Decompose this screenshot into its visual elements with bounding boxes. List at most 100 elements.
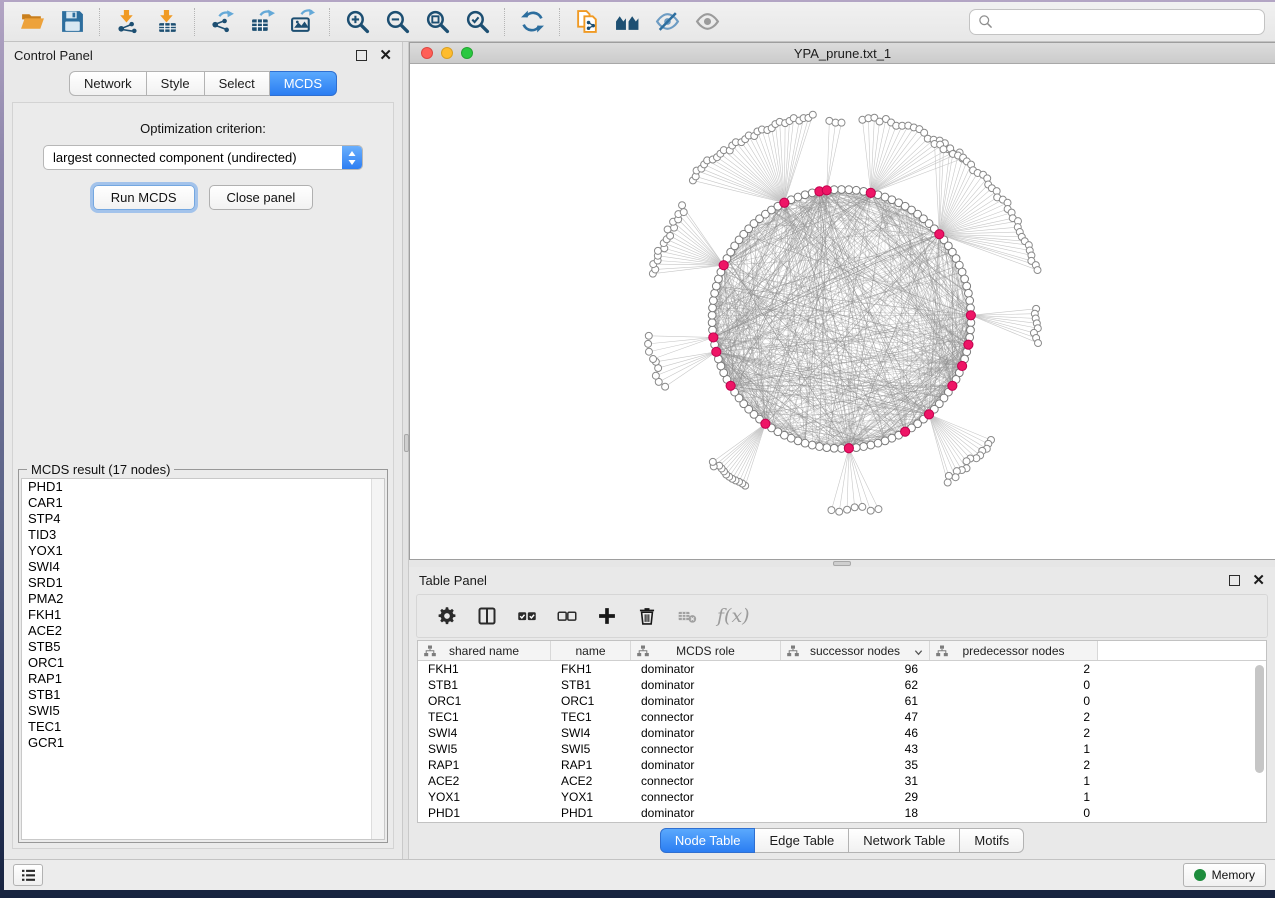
deselect-all-rows-button[interactable] — [557, 606, 577, 626]
import-table-button[interactable] — [149, 7, 185, 37]
mcds-result-item[interactable]: TEC1 — [22, 719, 384, 735]
mcds-result-list: PHD1CAR1STP4TID3YOX1SWI4SRD1PMA2FKH1ACE2… — [21, 478, 385, 840]
tree-icon — [936, 645, 948, 657]
zoom-fit-button[interactable] — [419, 7, 455, 37]
mcds-result-item[interactable]: ACE2 — [22, 623, 384, 639]
table-scrollbar[interactable] — [1255, 665, 1264, 773]
table-row[interactable]: ORC1ORC1dominator610 — [418, 693, 1266, 709]
task-history-button[interactable] — [13, 864, 43, 886]
mcds-result-item[interactable]: SWI5 — [22, 703, 384, 719]
column-header-successor-nodes[interactable]: successor nodes — [781, 641, 930, 660]
table-options-button[interactable] — [437, 606, 457, 626]
mcds-result-item[interactable]: PHD1 — [22, 479, 384, 495]
mcds-result-item[interactable]: ORC1 — [22, 655, 384, 671]
table-row[interactable]: STB1STB1dominator620 — [418, 677, 1266, 693]
vertical-splitter[interactable] — [402, 42, 409, 859]
table-tabs: Node TableEdge TableNetwork TableMotifs — [409, 823, 1275, 859]
tab-select[interactable]: Select — [205, 71, 270, 96]
control-panel-close-button[interactable]: ✕ — [379, 48, 392, 63]
column-header-predecessor-nodes[interactable]: predecessor nodes — [930, 641, 1098, 660]
export-network-button[interactable] — [204, 7, 240, 37]
mcds-result-item[interactable]: TID3 — [22, 527, 384, 543]
tab-network[interactable]: Network — [69, 71, 147, 96]
zoom-out-button[interactable] — [379, 7, 415, 37]
deselect-all-rows-icon — [557, 606, 577, 626]
mcds-result-item[interactable]: CAR1 — [22, 495, 384, 511]
zoom-fit-icon — [425, 9, 450, 34]
create-column-button[interactable] — [597, 606, 617, 626]
table-row[interactable]: TEC1TEC1connector472 — [418, 709, 1266, 725]
table-cell: dominator — [631, 677, 781, 693]
column-header-MCDS-role[interactable]: MCDS role — [631, 641, 781, 660]
horizontal-splitter-handle[interactable] — [833, 561, 851, 566]
mcds-result-item[interactable]: YOX1 — [22, 543, 384, 559]
zoom-selected-button[interactable] — [459, 7, 495, 37]
mcds-list-scrollbar[interactable] — [371, 479, 384, 839]
column-header-name[interactable]: name — [551, 641, 631, 660]
create-column-icon — [597, 606, 617, 626]
first-neighbors-button[interactable] — [609, 7, 645, 37]
table-cell: 47 — [781, 709, 930, 725]
mcds-result-item[interactable]: STB1 — [22, 687, 384, 703]
network-from-selection-button[interactable] — [569, 7, 605, 37]
tab-node-table[interactable]: Node Table — [660, 828, 756, 853]
table-cell: 1 — [930, 741, 1098, 757]
table-row[interactable]: RAP1RAP1dominator352 — [418, 757, 1266, 773]
table-panel-float-button[interactable] — [1229, 575, 1240, 586]
open-file-button[interactable] — [14, 7, 50, 37]
tab-motifs[interactable]: Motifs — [960, 828, 1024, 853]
delete-columns-button[interactable] — [637, 606, 657, 626]
mcds-result-item[interactable]: PMA2 — [22, 591, 384, 607]
import-network-button[interactable] — [109, 7, 145, 37]
table-cell: 29 — [781, 789, 930, 805]
table-panel: Table Panel ✕ f(x) shared namenameMCDS r… — [409, 567, 1275, 859]
table-panel-close-button[interactable]: ✕ — [1252, 573, 1265, 588]
close-panel-button[interactable]: Close panel — [209, 185, 314, 210]
horizontal-splitter[interactable] — [409, 560, 1275, 567]
run-mcds-button[interactable]: Run MCDS — [93, 185, 195, 210]
table-row[interactable]: SWI5SWI5connector431 — [418, 741, 1266, 757]
search-input[interactable] — [999, 14, 1256, 29]
network-canvas[interactable] — [410, 64, 1275, 559]
apply-layout-button[interactable] — [514, 7, 550, 37]
vertical-splitter-handle[interactable] — [404, 434, 409, 452]
mcds-result-item[interactable]: SRD1 — [22, 575, 384, 591]
column-selector-button[interactable] — [477, 606, 497, 626]
mcds-tab-content: Optimization criterion: largest connecte… — [12, 102, 394, 849]
network-graph[interactable] — [410, 64, 1275, 559]
save-session-button[interactable] — [54, 7, 90, 37]
show-all-button[interactable] — [689, 7, 725, 37]
export-image-button[interactable] — [284, 7, 320, 37]
hide-selected-button[interactable] — [649, 7, 685, 37]
mcds-result-item[interactable]: STP4 — [22, 511, 384, 527]
mcds-result-item[interactable]: GCR1 — [22, 735, 384, 751]
node-table-body: FKH1FKH1dominator962STB1STB1dominator620… — [418, 661, 1266, 821]
main-toolbar — [4, 2, 1275, 42]
mcds-result-item[interactable]: SWI4 — [22, 559, 384, 575]
table-row[interactable]: PHD1PHD1dominator180 — [418, 805, 1266, 821]
table-cell: 46 — [781, 725, 930, 741]
tab-edge-table[interactable]: Edge Table — [755, 828, 849, 853]
table-row[interactable]: ACE2ACE2connector311 — [418, 773, 1266, 789]
table-row[interactable]: SWI4SWI4dominator462 — [418, 725, 1266, 741]
tab-style[interactable]: Style — [147, 71, 205, 96]
column-header-shared-name[interactable]: shared name — [418, 641, 551, 660]
select-all-rows-button[interactable] — [517, 606, 537, 626]
toolbar-group — [109, 7, 185, 37]
table-row[interactable]: YOX1YOX1connector291 — [418, 789, 1266, 805]
table-cell: 0 — [930, 805, 1098, 821]
status-bar: Memory — [4, 859, 1275, 890]
tab-mcds[interactable]: MCDS — [270, 71, 337, 96]
optimization-criterion-select[interactable]: largest connected component (undirected) — [43, 145, 363, 170]
memory-button[interactable]: Memory — [1183, 863, 1266, 887]
mcds-result-item[interactable]: RAP1 — [22, 671, 384, 687]
zoom-in-button[interactable] — [339, 7, 375, 37]
mcds-result-item[interactable]: FKH1 — [22, 607, 384, 623]
table-row[interactable]: FKH1FKH1dominator962 — [418, 661, 1266, 677]
export-table-button[interactable] — [244, 7, 280, 37]
memory-status-icon — [1194, 869, 1206, 881]
tab-network-table[interactable]: Network Table — [849, 828, 960, 853]
table-cell: YOX1 — [418, 789, 551, 805]
mcds-result-item[interactable]: STB5 — [22, 639, 384, 655]
control-panel-float-button[interactable] — [356, 50, 367, 61]
